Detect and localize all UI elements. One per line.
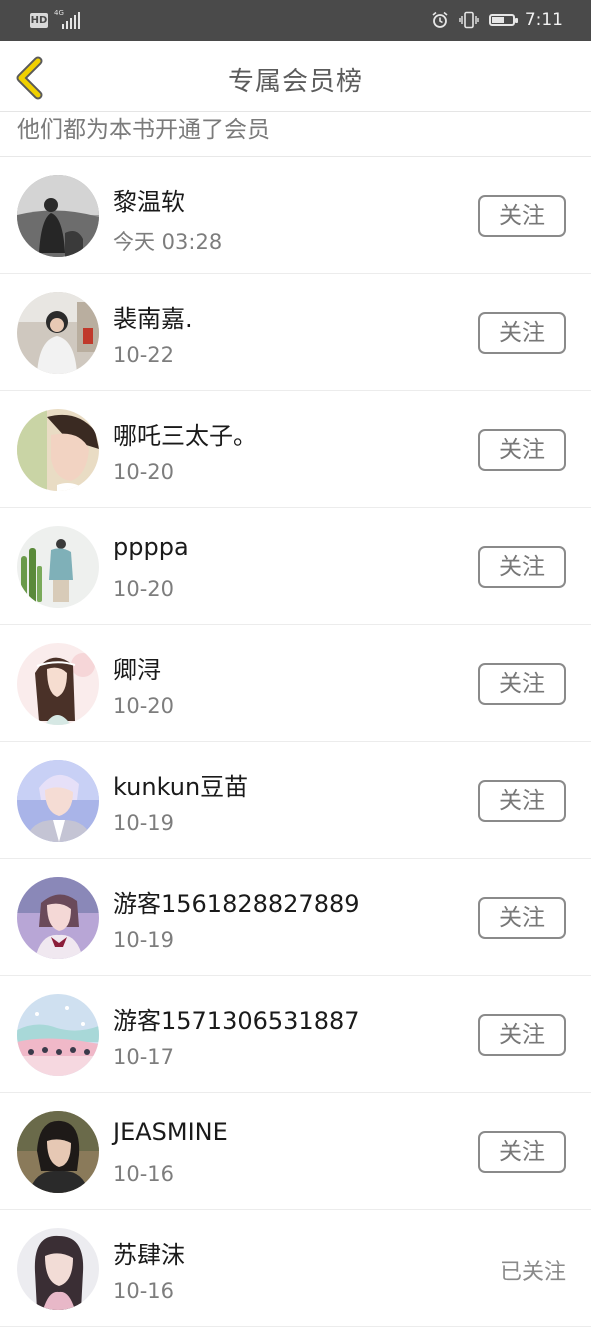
list-item[interactable]: 游客1571306531887 10-17 关注 (0, 976, 591, 1093)
follow-button[interactable]: 关注 (478, 195, 566, 237)
member-time: 10-16 (113, 1162, 175, 1186)
list-item[interactable]: 黎温软 今天 03:28 关注 (0, 157, 591, 274)
subtitle-bar: 他们都为本书开通了会员 (0, 112, 591, 157)
member-time: 10-20 (113, 460, 175, 484)
member-name: 黎温软 (113, 188, 185, 216)
avatar[interactable] (17, 643, 99, 725)
avatar[interactable] (17, 409, 99, 491)
list-item[interactable]: 游客1561828827889 10-19 关注 (0, 859, 591, 976)
avatar[interactable] (17, 175, 99, 257)
list-item[interactable]: JEASMINE 10-16 关注 (0, 1093, 591, 1210)
avatar[interactable] (17, 994, 99, 1076)
status-left: HD 4G (30, 9, 84, 29)
member-name: 哪吒三太子。 (113, 422, 257, 450)
avatar[interactable] (17, 292, 99, 374)
member-name: kunkun豆苗 (113, 773, 249, 801)
member-list: 黎温软 今天 03:28 关注 裴南嘉. 10-22 关注 哪吒三太子。 10-… (0, 157, 591, 1327)
avatar[interactable] (17, 526, 99, 608)
list-item[interactable]: kunkun豆苗 10-19 关注 (0, 742, 591, 859)
follow-button[interactable]: 关注 (478, 780, 566, 822)
follow-button[interactable]: 关注 (478, 1131, 566, 1173)
subtitle-text: 他们都为本书开通了会员 (17, 117, 270, 143)
list-item[interactable]: 苏肆沫 10-16 已关注 (0, 1210, 591, 1327)
status-bar: HD 4G 7:11 (0, 0, 591, 41)
page-title: 专属会员榜 (227, 67, 363, 97)
member-time: 10-22 (113, 343, 175, 367)
follow-button[interactable]: 关注 (478, 546, 566, 588)
member-name: 苏肆沫 (113, 1241, 185, 1269)
list-item[interactable]: 卿浔 10-20 关注 (0, 625, 591, 742)
member-name: 裴南嘉. (113, 305, 193, 333)
hd-icon: HD (30, 12, 48, 28)
member-time: 10-17 (113, 1045, 175, 1069)
member-name: 游客1561828827889 (113, 890, 360, 918)
clock: 7:11 (524, 10, 563, 30)
member-time: 10-20 (113, 577, 175, 601)
followed-status[interactable]: 已关注 (500, 1254, 566, 1286)
list-item[interactable]: 哪吒三太子。 10-20 关注 (0, 391, 591, 508)
status-right: 7:11 (431, 10, 563, 30)
follow-button[interactable]: 关注 (478, 897, 566, 939)
member-name: JEASMINE (113, 1118, 228, 1146)
follow-button[interactable]: 关注 (478, 429, 566, 471)
member-time: 今天 03:28 (113, 230, 223, 254)
avatar[interactable] (17, 877, 99, 959)
member-name: ppppa (113, 533, 189, 561)
avatar[interactable] (17, 1111, 99, 1193)
app-header: 专属会员榜 (0, 41, 591, 112)
signal-icon: 4G (54, 9, 84, 29)
follow-button[interactable]: 关注 (478, 663, 566, 705)
follow-button[interactable]: 关注 (478, 312, 566, 354)
member-time: 10-16 (113, 1279, 175, 1303)
member-name: 卿浔 (113, 656, 161, 684)
battery-icon (488, 14, 518, 26)
member-time: 10-19 (113, 928, 175, 952)
avatar[interactable] (17, 1228, 99, 1310)
vibrate-icon (459, 11, 479, 29)
member-time: 10-19 (113, 811, 175, 835)
list-item[interactable]: 裴南嘉. 10-22 关注 (0, 274, 591, 391)
alarm-icon (432, 11, 448, 28)
list-item[interactable]: ppppa 10-20 关注 (0, 508, 591, 625)
avatar[interactable] (17, 760, 99, 842)
member-time: 10-20 (113, 694, 175, 718)
member-name: 游客1571306531887 (113, 1007, 360, 1035)
follow-button[interactable]: 关注 (478, 1014, 566, 1056)
